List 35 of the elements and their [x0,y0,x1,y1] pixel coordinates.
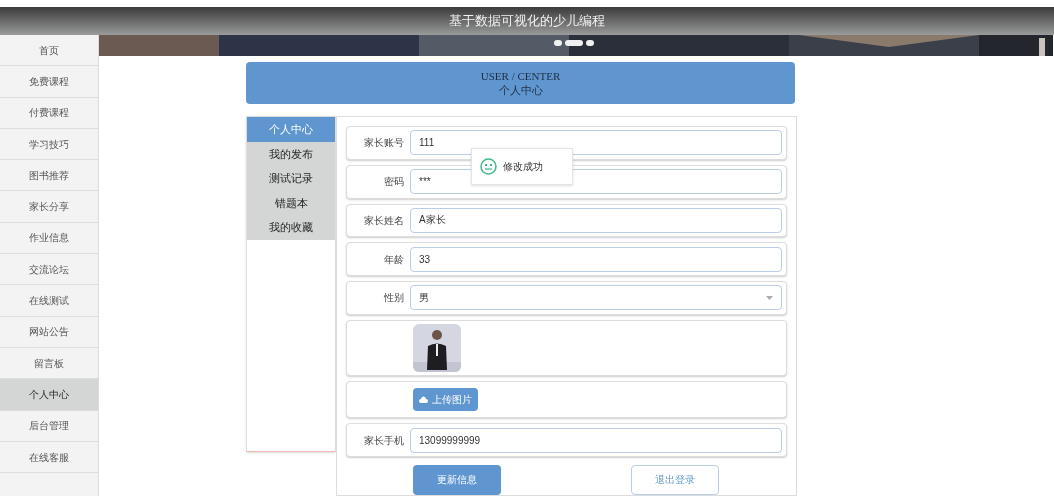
sidebar-item[interactable]: 作业信息 [0,222,98,255]
field-label: 家长姓名 [363,213,405,228]
text-field[interactable]: A家长 [410,207,782,233]
smiley-icon [480,158,497,175]
field-label: 性别 [383,291,405,306]
field-label: 密码 [383,175,405,190]
sidebar-item[interactable]: 个人中心 [0,379,98,411]
field-label: 家长账号 [363,136,405,151]
heading-subtitle: 个人中心 [498,83,543,97]
sidebar-item[interactable]: 交流论坛 [0,254,98,286]
text-field[interactable]: 111 [410,130,782,156]
profile-tab[interactable]: 测试记录 [247,166,335,191]
caret-icon [766,295,773,300]
sidebar-item[interactable]: 图书推荐 [0,160,98,192]
sidebar-item[interactable]: 网站公告 [0,316,98,348]
field-label: 家长手机 [363,433,405,448]
sidebar-item[interactable]: 首页 [0,35,98,67]
sidebar-item[interactable]: 在线客服 [0,441,98,474]
heading-title: USER / CENTER [480,69,561,83]
profile-tab[interactable]: 我的发布 [247,141,335,167]
sidebar-item[interactable]: 在线测试 [0,285,98,317]
sidebar-item[interactable]: 免费课程 [0,66,98,98]
site-title: 基于数据可视化的少儿编程 [449,12,605,31]
sidebar-item[interactable]: 付费课程 [0,97,98,129]
select-value: 男 [419,291,429,306]
cloud-upload-icon [419,395,428,403]
sidebar-item[interactable]: 家长分享 [0,191,98,223]
sidebar-item[interactable]: 后台管理 [0,410,98,442]
text-field[interactable]: 33 [410,246,782,272]
sidebar-item[interactable]: 学习技巧 [0,128,98,161]
profile-tab[interactable]: 错题本 [247,190,335,216]
field-label: 年龄 [383,252,405,267]
profile-tab[interactable]: 我的收藏 [247,215,335,240]
text-field[interactable]: 13099999999 [410,427,782,453]
select-field[interactable]: 男 [410,285,782,311]
